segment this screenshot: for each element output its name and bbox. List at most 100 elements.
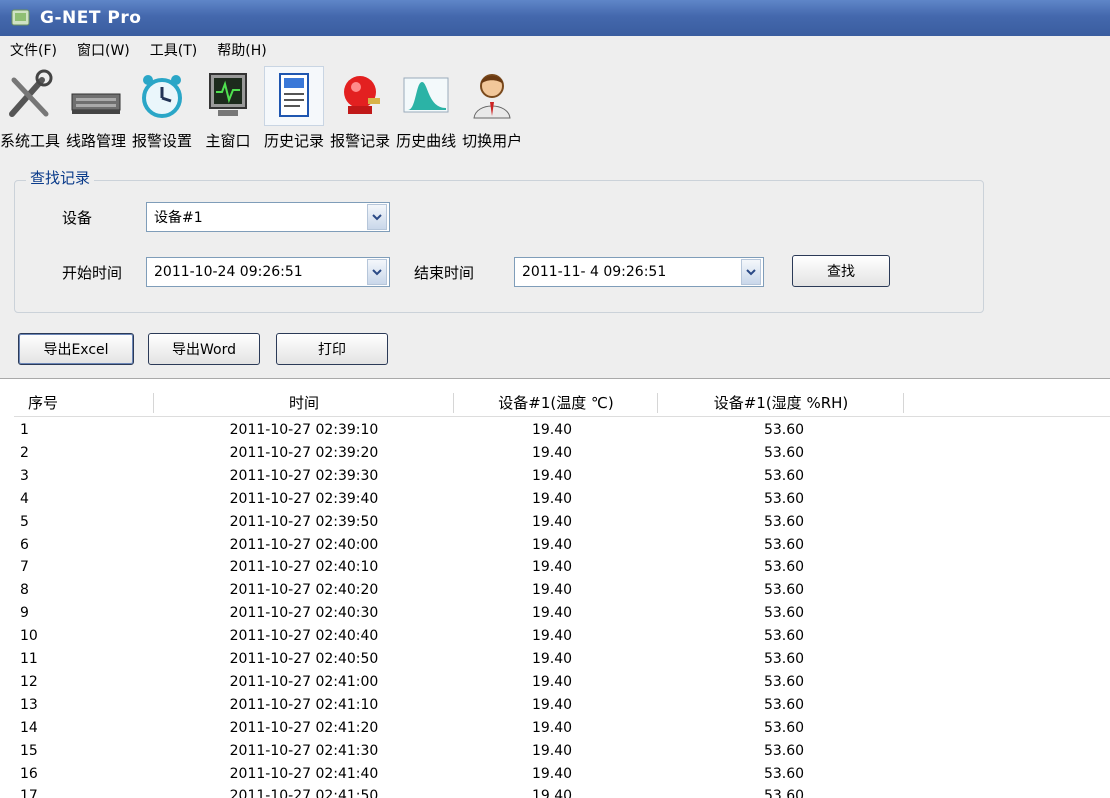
table-row[interactable]: 14 2011-10-27 02:41:20 19.40 53.60 [14, 717, 1110, 739]
cell-index: 5 [20, 513, 29, 530]
print-button[interactable]: 打印 [276, 333, 388, 365]
cell-index: 10 [20, 628, 38, 645]
tools-icon [9, 69, 53, 117]
alarm-bell-icon [344, 76, 381, 114]
toolbar-label: 报警设置 [132, 132, 193, 150]
end-time-picker[interactable]: 2011-11- 4 09:26:51 [514, 257, 764, 287]
toolbar-line-management-button[interactable]: 线路管理 [66, 66, 126, 162]
cell-index: 7 [20, 559, 29, 576]
table-row[interactable]: 17 2011-10-27 02:41:50 19.40 53.60 [14, 785, 1110, 798]
chart-icon [403, 77, 449, 113]
table-row[interactable]: 7 2011-10-27 02:40:10 19.40 53.60 [14, 556, 1110, 578]
cell-humidity: 53.60 [763, 673, 805, 690]
cell-index: 2 [20, 444, 29, 461]
table-row[interactable]: 12 2011-10-27 02:41:00 19.40 53.60 [14, 671, 1110, 693]
toolbar-history-button[interactable]: 历史记录 [264, 66, 324, 162]
router-icon [71, 93, 121, 114]
toolbar-label: 报警记录 [330, 132, 391, 150]
cell-index: 8 [20, 582, 29, 599]
column-header-temperature[interactable]: 设备#1(温度 ℃) [454, 389, 658, 417]
toolbar-main-window-button[interactable]: 主窗口 [198, 66, 258, 162]
chevron-down-icon[interactable] [741, 259, 761, 285]
cell-index: 16 [20, 765, 38, 782]
table-row[interactable]: 10 2011-10-27 02:40:40 19.40 53.60 [14, 625, 1110, 647]
toolbar-alarm-records-button[interactable]: 报警记录 [330, 66, 390, 162]
document-icon [279, 73, 310, 117]
menu-bar: 文件(F) 窗口(W) 工具(T) 帮助(H) [0, 36, 1110, 64]
menu-window[interactable]: 窗口(W) [77, 40, 130, 60]
cell-index: 12 [20, 673, 38, 690]
cell-index: 6 [20, 536, 29, 553]
toolbar-label: 切换用户 [462, 132, 523, 150]
alarm-clock-icon [142, 75, 183, 118]
cell-index: 14 [20, 719, 38, 736]
table-row[interactable]: 13 2011-10-27 02:41:10 19.40 53.60 [14, 694, 1110, 716]
device-select-value: 设备#1 [154, 210, 203, 226]
cell-index: 3 [20, 467, 29, 484]
start-time-label: 开始时间 [62, 264, 123, 282]
cell-humidity: 53.60 [763, 536, 805, 553]
export-word-button[interactable]: 导出Word [148, 333, 260, 365]
chevron-down-icon[interactable] [367, 259, 387, 285]
toolbar-switch-user-button[interactable]: 切换用户 [462, 66, 522, 162]
window-title: G-NET Pro [40, 8, 142, 28]
toolbar-label: 主窗口 [205, 132, 251, 150]
cell-humidity: 53.60 [763, 628, 805, 645]
title-bar: G-NET Pro [0, 0, 1110, 36]
table-row[interactable]: 8 2011-10-27 02:40:20 19.40 53.60 [14, 579, 1110, 601]
cell-index: 11 [20, 651, 38, 667]
column-header-time[interactable]: 时间 [154, 389, 454, 417]
cell-humidity: 53.60 [763, 742, 805, 759]
app-icon [11, 9, 30, 26]
cell-humidity: 53.60 [763, 490, 805, 507]
menu-help[interactable]: 帮助(H) [217, 40, 266, 60]
cell-index: 1 [20, 422, 29, 438]
table-row[interactable]: 16 2011-10-27 02:41:40 19.40 53.60 [14, 763, 1110, 785]
export-excel-button[interactable]: 导出Excel [18, 333, 134, 365]
toolbar-system-tools-button[interactable]: 系统工具 [0, 66, 60, 162]
table-row[interactable]: 4 2011-10-27 02:39:40 19.40 53.60 [14, 488, 1110, 510]
cell-index: 9 [20, 605, 29, 622]
cell-index: 15 [20, 742, 38, 759]
cell-humidity: 53.60 [763, 513, 805, 530]
cell-humidity: 53.60 [763, 605, 805, 622]
cell-index: 17 [20, 788, 38, 798]
toolbar-label: 系统工具 [0, 132, 61, 150]
toolbar-history-curve-button[interactable]: 历史曲线 [396, 66, 456, 162]
table-row[interactable]: 11 2011-10-27 02:40:50 19.40 53.60 [14, 648, 1110, 670]
table-row[interactable]: 9 2011-10-27 02:40:30 19.40 53.60 [14, 602, 1110, 624]
start-time-value: 2011-10-24 09:26:51 [154, 264, 303, 280]
menu-file[interactable]: 文件(F) [10, 40, 57, 60]
table-row[interactable]: 1 2011-10-27 02:39:10 19.40 53.60 [14, 419, 1110, 441]
search-records-title: 查找记录 [26, 167, 95, 188]
records-table: 序号 时间 设备#1(温度 ℃) 设备#1(湿度 %RH) 1 2011-10-2… [0, 378, 1110, 798]
table-row[interactable]: 5 2011-10-27 02:39:50 19.40 53.60 [14, 511, 1110, 533]
table-row[interactable]: 6 2011-10-27 02:40:00 19.40 53.60 [14, 534, 1110, 556]
table-row[interactable]: 2 2011-10-27 02:39:20 19.40 53.60 [14, 442, 1110, 464]
cell-humidity: 53.60 [763, 696, 805, 713]
start-time-picker[interactable]: 2011-10-24 09:26:51 [146, 257, 390, 287]
cell-humidity: 53.60 [763, 422, 805, 438]
cell-index: 4 [20, 490, 29, 507]
table-row[interactable]: 15 2011-10-27 02:41:30 19.40 53.60 [14, 740, 1110, 762]
search-records-group [14, 180, 984, 313]
table-header: 序号 时间 设备#1(温度 ℃) 设备#1(湿度 %RH) [14, 389, 1110, 417]
column-header-humidity[interactable]: 设备#1(湿度 %RH) [658, 389, 904, 417]
cell-humidity: 53.60 [763, 765, 805, 782]
find-button[interactable]: 查找 [792, 255, 890, 287]
device-select[interactable]: 设备#1 [146, 202, 390, 232]
end-time-label: 结束时间 [414, 264, 475, 282]
menu-tools[interactable]: 工具(T) [150, 40, 197, 60]
device-label: 设备 [62, 209, 93, 227]
chevron-down-icon[interactable] [367, 204, 387, 230]
monitor-icon [209, 73, 248, 116]
table-row[interactable]: 3 2011-10-27 02:39:30 19.40 53.60 [14, 465, 1110, 487]
cell-humidity: 53.60 [763, 719, 805, 736]
cell-humidity: 53.60 [763, 788, 805, 798]
user-icon [473, 74, 511, 119]
toolbar-alarm-settings-button[interactable]: 报警设置 [132, 66, 192, 162]
toolbar-label: 历史记录 [264, 132, 325, 150]
column-header-index[interactable]: 序号 [14, 389, 154, 417]
cell-humidity: 53.60 [763, 582, 805, 599]
cell-humidity: 53.60 [763, 651, 805, 667]
